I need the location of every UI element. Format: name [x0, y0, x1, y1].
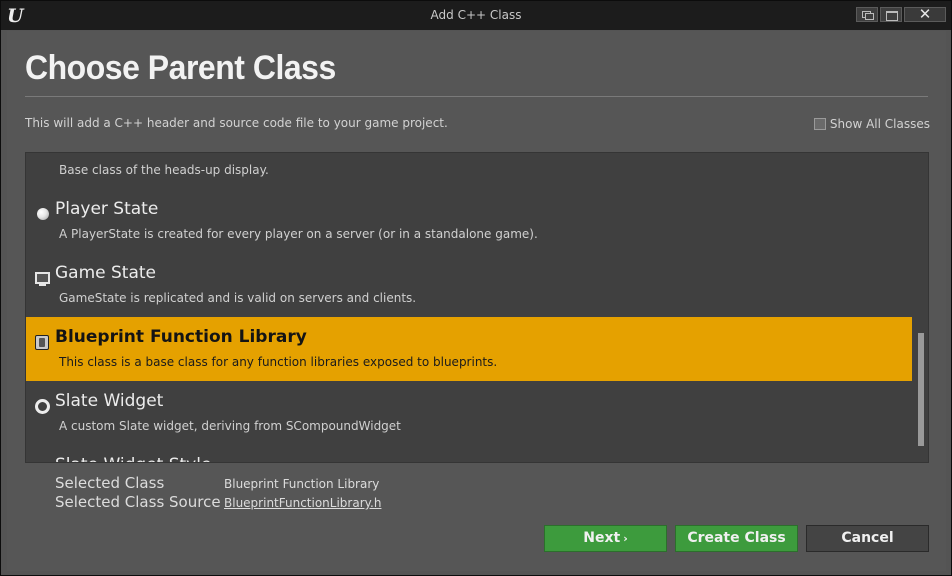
selected-class-source-label: Selected Class Source [55, 493, 221, 511]
class-item-description: A custom Slate widget, deriving from SCo… [59, 419, 401, 433]
window-title: Add C++ Class [430, 8, 522, 22]
class-item-player-state[interactable]: Player State A PlayerState is created fo… [26, 189, 912, 253]
class-item-slate-widget[interactable]: Slate Widget A custom Slate widget, deri… [26, 381, 912, 445]
show-all-classes-toggle[interactable]: Show All Classes [813, 116, 930, 131]
selected-class-source-link[interactable]: BlueprintFunctionLibrary.h [224, 496, 381, 510]
restore-button[interactable] [856, 7, 878, 22]
close-button[interactable]: ✕ [904, 5, 946, 23]
add-cpp-class-window: U Add C++ Class ✕ Choose Parent Class Th… [0, 0, 952, 576]
monitor-icon [35, 272, 50, 286]
class-item-description: This class is a base class for any funct… [59, 355, 498, 369]
page-title: Choose Parent Class [25, 49, 336, 87]
create-class-button[interactable]: Create Class [675, 525, 798, 552]
class-item-description: A PlayerState is created for every playe… [59, 227, 538, 241]
parent-class-list[interactable]: Base class of the heads-up display. Play… [25, 152, 929, 463]
next-button[interactable]: Next › [544, 525, 667, 552]
selected-class-label: Selected Class [55, 474, 165, 492]
class-item-name: Player State [55, 199, 159, 219]
book-icon [35, 335, 49, 350]
show-all-classes-label: Show All Classes [829, 116, 930, 131]
title-bar[interactable]: U Add C++ Class ✕ [1, 1, 951, 30]
show-all-classes-checkbox[interactable] [813, 117, 826, 130]
chevron-right-icon: › [623, 532, 628, 545]
class-item-description: Base class of the heads-up display. [59, 163, 269, 177]
sphere-icon [37, 208, 49, 220]
class-item-name: Game State [55, 263, 157, 283]
ring-icon [35, 399, 50, 414]
class-item-game-state[interactable]: Game State GameState is replicated and i… [26, 253, 912, 317]
class-item-name: Slate Widget Style [55, 455, 211, 462]
title-divider [25, 96, 928, 97]
class-item-name: Blueprint Function Library [55, 327, 307, 347]
list-scrollbar[interactable] [916, 155, 926, 460]
list-scrollbar-thumb[interactable] [918, 333, 924, 446]
parent-class-list-content: Base class of the heads-up display. Play… [26, 153, 912, 462]
class-item-slate-widget-style[interactable]: Slate Widget Style [26, 445, 912, 462]
class-item-blueprint-function-library[interactable]: Blueprint Function Library This class is… [26, 317, 912, 381]
close-icon: ✕ [918, 5, 932, 23]
maximize-button[interactable] [880, 7, 902, 22]
dialog-content: Choose Parent Class This will add a C++ … [7, 31, 946, 571]
class-item-description: GameState is replicated and is valid on … [59, 291, 417, 305]
next-button-label: Next [583, 530, 621, 546]
page-description: This will add a C++ header and source co… [25, 116, 448, 130]
class-item-hud[interactable]: Base class of the heads-up display. [26, 153, 912, 189]
selected-class-value: Blueprint Function Library [224, 477, 380, 491]
class-item-name: Slate Widget [55, 391, 164, 411]
cancel-button[interactable]: Cancel [806, 525, 929, 552]
